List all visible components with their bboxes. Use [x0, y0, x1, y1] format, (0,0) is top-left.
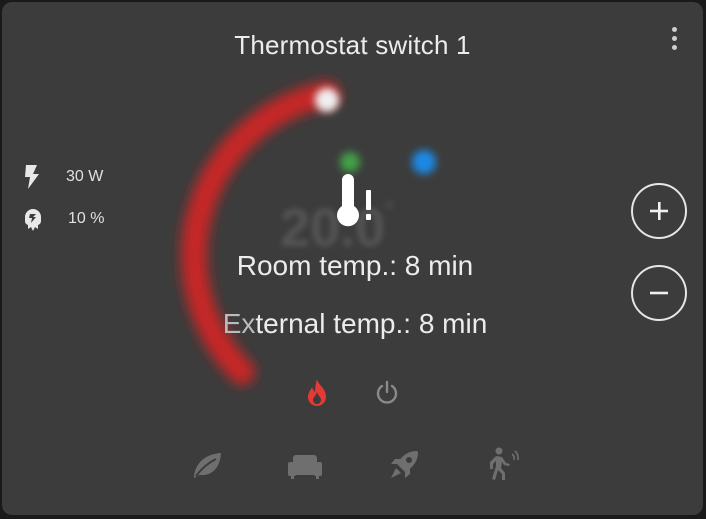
dial-indicator-blue — [412, 150, 436, 174]
external-temp-status: External temp.: 8 min — [222, 308, 488, 339]
heating-level-icon — [25, 209, 41, 231]
increase-temperature-button[interactable] — [631, 183, 687, 239]
card-title: Thermostat switch 1 — [234, 30, 471, 60]
thermostat-card: Thermostat switch 1 30 W 10 % 20.0° Room… — [2, 2, 703, 515]
rocket-icon[interactable] — [387, 448, 421, 482]
leaf-icon[interactable] — [190, 450, 224, 480]
lightning-bolt-icon — [25, 165, 39, 189]
room-temp-status: Room temp.: 8 min — [236, 250, 474, 281]
power-icon[interactable] — [374, 380, 400, 406]
dial-handle[interactable] — [315, 88, 339, 112]
power-value: 30 W — [66, 168, 104, 185]
more-vertical-icon-dot — [671, 44, 677, 50]
more-menu-button[interactable] — [662, 24, 686, 52]
heating-level-value: 10 % — [68, 210, 105, 227]
fire-icon[interactable] — [304, 378, 330, 408]
minus-icon — [650, 291, 668, 295]
thermometer-alert-icon — [337, 174, 371, 227]
sofa-icon[interactable] — [287, 452, 323, 480]
more-vertical-icon — [671, 26, 677, 32]
walk-icon[interactable] — [484, 446, 524, 482]
decrease-temperature-button[interactable] — [631, 265, 687, 321]
heating-level-info: 10 % — [22, 206, 104, 232]
dial-indicator-green — [340, 152, 360, 172]
power-info: 30 W — [22, 164, 103, 190]
plus-icon — [650, 202, 668, 220]
more-vertical-icon-dot — [671, 35, 677, 41]
